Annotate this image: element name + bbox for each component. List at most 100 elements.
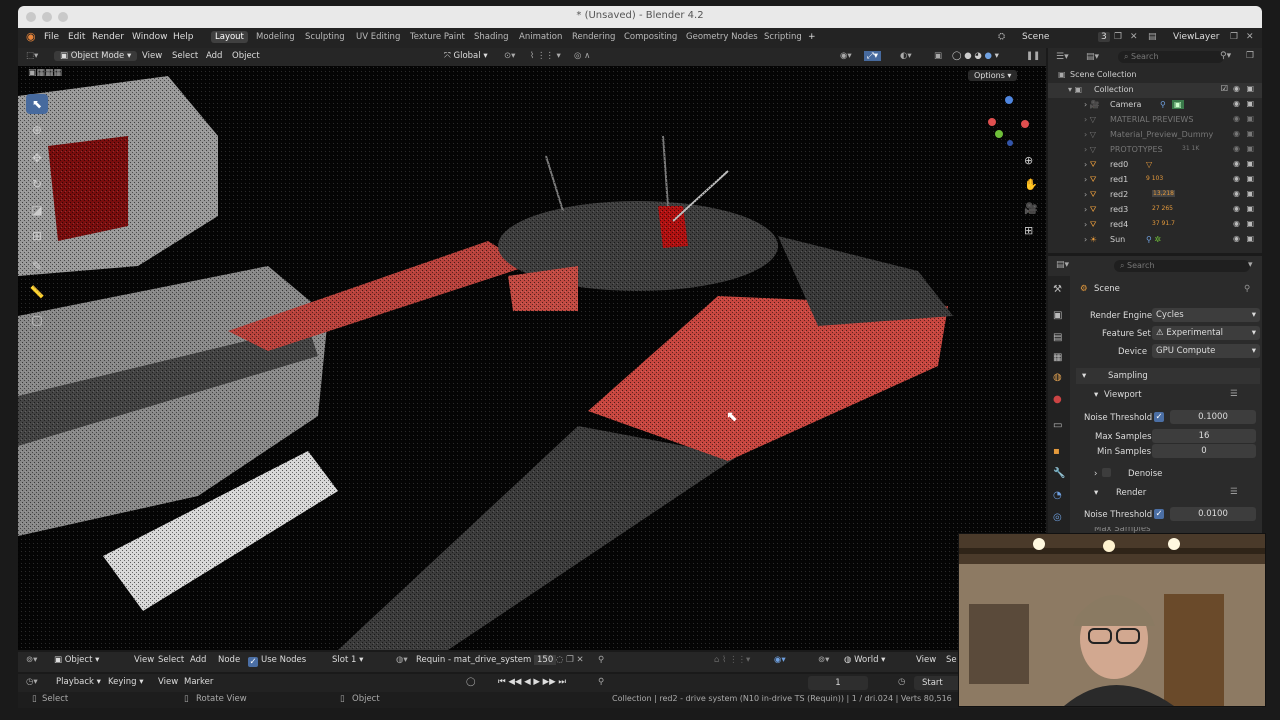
mode-selector[interactable]: ▣ Object Mode ▾ (54, 51, 138, 61)
material-browse-icon[interactable]: ◍▾ (396, 655, 408, 665)
orientation-selector[interactable]: ⤧ Global ▾ (444, 51, 488, 61)
viewport-menu-add[interactable]: Add (206, 51, 222, 61)
material-name[interactable]: Requin - mat_drive_system (416, 655, 531, 665)
slot-selector[interactable]: Slot 1 ▾ (332, 655, 363, 665)
material-users-count[interactable]: 150 (534, 655, 557, 665)
node-editor-type-icon[interactable]: ⊚▾ (26, 655, 37, 665)
render-presets-icon[interactable]: ☰ (1230, 487, 1238, 497)
viewport-subpanel-header[interactable]: ▾ Viewport ☰ (1088, 387, 1260, 403)
viewport-menu-view[interactable]: View (142, 51, 162, 61)
material-actions-icons[interactable]: ◌ ❐ ✕ (556, 655, 584, 665)
pan-view-icon[interactable]: ✋ (1024, 178, 1038, 191)
shading-modes-icon[interactable]: ◯ ● ◕ ● ▾ (952, 51, 999, 61)
add-cube-tool-icon[interactable]: ▢ (26, 310, 48, 330)
viewport-3d[interactable]: ▣▦▦▦ ⬉ ⊕ ✥ ↻ ◪ ⊞ ✎ 📏 ▢ Options ▾ ⊕ ✋ 🎥 ⊞… (18, 66, 1046, 650)
outliner-item-camera[interactable]: › 🎥 Camera ⚲ ▣ ◉ ▣ (1048, 98, 1262, 113)
tab-texture-paint[interactable]: Texture Paint (406, 31, 469, 43)
outliner-item-prototypes[interactable]: › ▽ PROTOTYPES 31 1K ◉ ▣ (1048, 143, 1262, 158)
tab-layout[interactable]: Layout (211, 31, 248, 43)
outliner-item-sun[interactable]: › ☀ Sun ⚲ ✲ ◉ ▣ (1048, 233, 1262, 248)
view-layer-icon[interactable]: ▤ (1148, 32, 1157, 42)
blender-logo-icon[interactable]: ◉ (26, 30, 36, 43)
new-collection-icon[interactable]: ❐ (1246, 51, 1254, 61)
world-menu-view[interactable]: View (916, 655, 936, 665)
transform-tool-icon[interactable]: ⊞ (26, 226, 48, 246)
outliner-item-red2[interactable]: › ⛛ red2 13,218 ◉ ▣ (1048, 188, 1262, 203)
outliner-item-red3[interactable]: › ⛛ red3 27 265 ◉ ▣ (1048, 203, 1262, 218)
viewport-noise-checkbox[interactable]: ✓ (1154, 412, 1164, 422)
node-menu-view[interactable]: View (134, 655, 154, 665)
outliner-item-red0[interactable]: › ⛛ red0 ▽ ◉ ▣ (1048, 158, 1262, 173)
tab-shading[interactable]: Shading (470, 31, 513, 43)
camera-view-icon[interactable]: 🎥 (1024, 202, 1038, 215)
measure-tool-icon[interactable]: 📏 (26, 282, 48, 302)
tab-geometry-nodes[interactable]: Geometry Nodes (682, 31, 762, 43)
move-tool-icon[interactable]: ✥ (26, 148, 48, 168)
new-scene-icon[interactable]: ❐ (1114, 32, 1122, 42)
scene-users-count[interactable]: 3 (1098, 32, 1110, 42)
max-samples-field[interactable]: 16 (1152, 429, 1256, 443)
node-menu-add[interactable]: Add (190, 655, 206, 665)
properties-options-icon[interactable]: ▾ (1248, 260, 1253, 270)
node-editor-object-selector[interactable]: ▣ Object ▾ (54, 655, 99, 665)
menu-help[interactable]: Help (173, 32, 194, 42)
menu-file[interactable]: File (44, 32, 59, 42)
outliner-item-material-preview-dummy[interactable]: › ▽ Material_Preview_Dummy ◉ ▣ (1048, 128, 1262, 143)
modifier-tab-icon[interactable]: 🔧 (1053, 468, 1065, 479)
select-mode-icons[interactable]: ▣▦▦▦ (28, 68, 62, 78)
world-menu-select[interactable]: Se (946, 655, 957, 665)
scene-selector[interactable]: Scene (1022, 32, 1049, 42)
playback-controls[interactable]: ⏮ ◀◀ ◀ ▶ ▶▶ ⏭ (498, 677, 566, 687)
outliner-collection[interactable]: ▾ ▣ Collection ☑ ◉ ▣ (1048, 83, 1262, 98)
properties-search-input[interactable]: ⌕ Search (1114, 260, 1250, 272)
viewport-presets-icon[interactable]: ☰ (1230, 389, 1238, 399)
tab-sculpting[interactable]: Sculpting (301, 31, 349, 43)
tab-compositing[interactable]: Compositing (620, 31, 681, 43)
outliner-item-red1[interactable]: › ⛛ red1 9 103 ◉ ▣ (1048, 173, 1262, 188)
render-noise-checkbox[interactable]: ✓ (1154, 509, 1164, 519)
outliner-display-icon[interactable]: ▤▾ (1086, 52, 1099, 62)
pin-icon[interactable]: ⚲ (1244, 284, 1250, 294)
outliner-item-red4[interactable]: › ⛛ red4 37 91.7 ◉ ▣ (1048, 218, 1262, 233)
editor-type-icon[interactable]: ⬚▾ (26, 51, 38, 61)
view-layer-selector[interactable]: ViewLayer (1173, 32, 1219, 42)
min-samples-field[interactable]: 0 (1152, 444, 1256, 458)
delete-view-layer-icon[interactable]: ✕ (1246, 32, 1254, 42)
frame-range-icon[interactable]: ◷ (898, 677, 905, 687)
new-view-layer-icon[interactable]: ❐ (1230, 32, 1238, 42)
particles-tab-icon[interactable]: ◔ (1053, 490, 1062, 501)
navigation-gizmo[interactable] (983, 94, 1033, 146)
view-layer-tab-icon[interactable]: ▦ (1053, 352, 1062, 363)
menu-window[interactable]: Window (132, 32, 168, 42)
sampling-panel-header[interactable]: ▾ Sampling (1076, 368, 1260, 384)
scene-tab-icon[interactable]: ◍ (1053, 372, 1062, 383)
render-subpanel-header[interactable]: ▾ Render ☰ (1088, 485, 1260, 501)
node-menu-select[interactable]: Select (158, 655, 184, 665)
device-dropdown[interactable]: GPU Compute ▾ (1152, 344, 1260, 358)
zoom-view-icon[interactable]: ⊕ (1024, 154, 1033, 167)
outliner-search-input[interactable]: ⌕ Search (1118, 51, 1224, 63)
world-selector[interactable]: ◍ World ▾ (844, 655, 885, 665)
physics-tab-icon[interactable]: ◎ (1053, 512, 1062, 523)
node-snap-icons[interactable]: ⌂ ⌇ ⋮⋮▾ (714, 655, 750, 665)
scale-tool-icon[interactable]: ◪ (26, 200, 48, 220)
node-overlay-icon[interactable]: ◉▾ (774, 655, 786, 665)
xray-toggle-icon[interactable]: ▣ (934, 51, 942, 61)
scene-icon[interactable]: ⛭ (998, 32, 1005, 42)
outliner-editor-icon[interactable]: ☰▾ (1056, 52, 1069, 62)
tab-animation[interactable]: Animation (515, 31, 566, 43)
tab-scripting[interactable]: Scripting (760, 31, 806, 43)
world-tab-icon[interactable]: ● (1053, 394, 1062, 405)
world-editor-type-icon[interactable]: ⊚▾ (818, 655, 829, 665)
menu-edit[interactable]: Edit (68, 32, 85, 42)
menu-render[interactable]: Render (92, 32, 124, 42)
node-menu-node[interactable]: Node (218, 655, 240, 665)
viewport-menu-object[interactable]: Object (232, 51, 260, 61)
use-nodes-checkbox[interactable]: ✓ (248, 657, 258, 667)
properties-editor-icon[interactable]: ▤▾ (1056, 260, 1069, 270)
gizmo-toggle-icon[interactable]: ⤢▾ (864, 51, 882, 61)
keyframe-icon[interactable]: ⚲ (598, 677, 604, 687)
annotate-tool-icon[interactable]: ✎ (26, 256, 48, 276)
tool-tab-icon[interactable]: ⚒ (1053, 284, 1062, 295)
cursor-tool-icon[interactable]: ⊕ (26, 120, 48, 140)
